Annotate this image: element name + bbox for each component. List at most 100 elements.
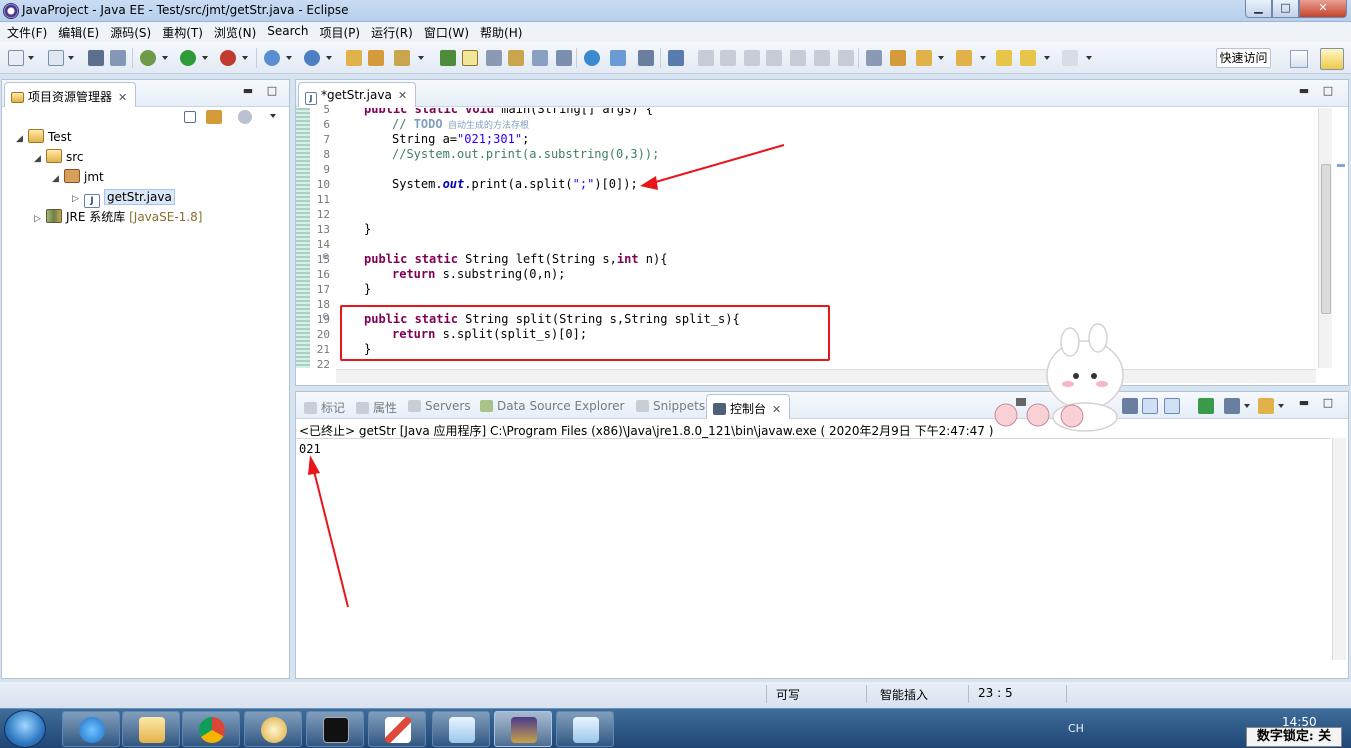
- globe-icon[interactable]: [584, 50, 600, 66]
- taskbar-editor[interactable]: [368, 711, 426, 747]
- taskbar-chrome[interactable]: [182, 711, 240, 747]
- tree-package-jmt[interactable]: ◢ jmt: [52, 168, 104, 186]
- debug-icon[interactable]: [140, 50, 156, 66]
- chevron-down-icon[interactable]: [28, 56, 34, 60]
- minimize-button[interactable]: ▁: [1245, 0, 1272, 18]
- taskbar-cmd[interactable]: [306, 711, 364, 747]
- arrow-left-icon[interactable]: [1020, 50, 1036, 66]
- open-perspective-icon[interactable]: [1290, 50, 1308, 68]
- expand-arrow-icon[interactable]: ◢: [52, 170, 64, 188]
- maximize-button[interactable]: □: [1272, 0, 1299, 18]
- scroll-thumb[interactable]: [1321, 164, 1331, 314]
- resume-icon[interactable]: [698, 50, 714, 66]
- tab-project-explorer[interactable]: 项目资源管理器 ✕: [4, 82, 137, 107]
- close-icon[interactable]: ✕: [772, 403, 781, 416]
- chevron-down-icon[interactable]: [326, 56, 332, 60]
- open-folder-icon[interactable]: [368, 50, 384, 66]
- close-icon[interactable]: ✕: [118, 91, 127, 104]
- external-tools-icon[interactable]: [220, 50, 236, 66]
- save-all-icon[interactable]: [110, 50, 126, 66]
- run-icon[interactable]: [180, 50, 196, 66]
- display-console-icon[interactable]: [1224, 398, 1240, 414]
- search-icon[interactable]: [394, 50, 410, 66]
- new-icon[interactable]: [8, 50, 24, 66]
- chevron-down-icon[interactable]: [68, 56, 74, 60]
- prev-edit-icon[interactable]: [890, 50, 906, 66]
- chevron-down-icon[interactable]: [1278, 404, 1284, 408]
- menu-edit[interactable]: 编辑(E): [53, 22, 105, 42]
- back-icon[interactable]: [996, 50, 1012, 66]
- suspend-icon[interactable]: [720, 50, 736, 66]
- expand-arrow-icon[interactable]: ◢: [16, 130, 28, 148]
- menu-window[interactable]: 窗口(W): [419, 22, 475, 42]
- step-over-icon[interactable]: [790, 50, 806, 66]
- save-icon[interactable]: [88, 50, 104, 66]
- taskbar-notepad[interactable]: [432, 711, 490, 747]
- open-type-icon[interactable]: [346, 50, 362, 66]
- chevron-down-icon[interactable]: [242, 56, 248, 60]
- console-output-area[interactable]: 021: [296, 438, 1330, 660]
- chevron-down-icon[interactable]: [1044, 56, 1050, 60]
- tree-jre-library[interactable]: ▷ JRE 系统库 [JavaSE-1.8]: [34, 208, 202, 226]
- next-edit-icon[interactable]: [916, 50, 932, 66]
- chevron-down-icon[interactable]: [162, 56, 168, 60]
- console-vertical-scrollbar[interactable]: [1332, 438, 1346, 660]
- tab-snippets[interactable]: Snippets: [630, 394, 713, 419]
- maximize-icon[interactable]: □: [1322, 85, 1334, 98]
- tab-getstr-java[interactable]: J *getStr.java ✕: [298, 82, 417, 107]
- expand-arrow-icon[interactable]: ◢: [34, 150, 46, 168]
- new-java-project-icon[interactable]: [264, 50, 280, 66]
- scroll-lock-icon[interactable]: [1142, 398, 1158, 414]
- taskbar-notepad-2[interactable]: [556, 711, 614, 747]
- last-edit-location-icon[interactable]: [956, 50, 972, 66]
- skip-breakpoints-icon[interactable]: [610, 50, 626, 66]
- disconnect-icon[interactable]: [668, 50, 684, 66]
- collapse-arrow-icon[interactable]: ▷: [72, 190, 84, 208]
- pin-console-icon[interactable]: [1198, 398, 1214, 414]
- step-into-icon[interactable]: [766, 50, 782, 66]
- quick-access-field[interactable]: 快速访问: [1216, 48, 1271, 68]
- collapse-all-icon[interactable]: [184, 111, 196, 123]
- tab-servers[interactable]: Servers: [402, 394, 479, 419]
- taskbar-eclipse[interactable]: [494, 711, 552, 747]
- menu-search[interactable]: Search: [262, 22, 314, 42]
- close-icon[interactable]: ✕: [398, 89, 407, 102]
- editor-horizontal-scrollbar[interactable]: [336, 369, 1316, 383]
- chevron-down-icon[interactable]: [980, 56, 986, 60]
- taskbar-explorer[interactable]: [122, 711, 180, 747]
- filter-icon[interactable]: [238, 110, 252, 124]
- console-icon[interactable]: [638, 50, 654, 66]
- view-menu-icon[interactable]: [270, 114, 276, 118]
- menu-help[interactable]: 帮助(H): [475, 22, 528, 42]
- menu-project[interactable]: 项目(P): [315, 22, 367, 42]
- chevron-down-icon[interactable]: [286, 56, 292, 60]
- drop-to-frame-icon[interactable]: [838, 50, 854, 66]
- tab-console[interactable]: 控制台 ✕: [706, 394, 791, 419]
- input-language[interactable]: CH: [1068, 722, 1084, 735]
- link-with-editor-icon[interactable]: [206, 110, 222, 124]
- new-server-icon[interactable]: [48, 50, 64, 66]
- taskbar-ie[interactable]: [62, 711, 120, 747]
- arrow-right-icon[interactable]: [1062, 50, 1078, 66]
- tab-properties[interactable]: 属性: [350, 394, 405, 419]
- java-ee-perspective-icon[interactable]: [1320, 48, 1344, 70]
- menu-navigate[interactable]: 浏览(N): [209, 22, 262, 42]
- step-return-icon[interactable]: [814, 50, 830, 66]
- chevron-down-icon[interactable]: [202, 56, 208, 60]
- show-whitespace-icon[interactable]: [556, 50, 572, 66]
- pin-icon[interactable]: [486, 50, 502, 66]
- open-console-icon[interactable]: [1258, 398, 1274, 414]
- menu-file[interactable]: 文件(F): [2, 22, 53, 42]
- maximize-icon[interactable]: □: [1322, 397, 1334, 410]
- close-button[interactable]: ✕: [1299, 0, 1347, 18]
- taskbar-app[interactable]: [244, 711, 302, 747]
- fold-toggle-icon[interactable]: ⊖: [322, 250, 330, 265]
- minimize-icon[interactable]: ▬: [1298, 397, 1310, 410]
- minimize-icon[interactable]: ▬: [1298, 85, 1310, 98]
- terminate-icon[interactable]: [744, 50, 760, 66]
- next-annotation-icon[interactable]: [866, 50, 882, 66]
- chevron-down-icon[interactable]: [1244, 404, 1250, 408]
- toggle-breadcrumb-icon[interactable]: [508, 50, 524, 66]
- mark-occurrences-icon[interactable]: [462, 50, 478, 66]
- fold-toggle-icon[interactable]: ⊖: [322, 310, 330, 325]
